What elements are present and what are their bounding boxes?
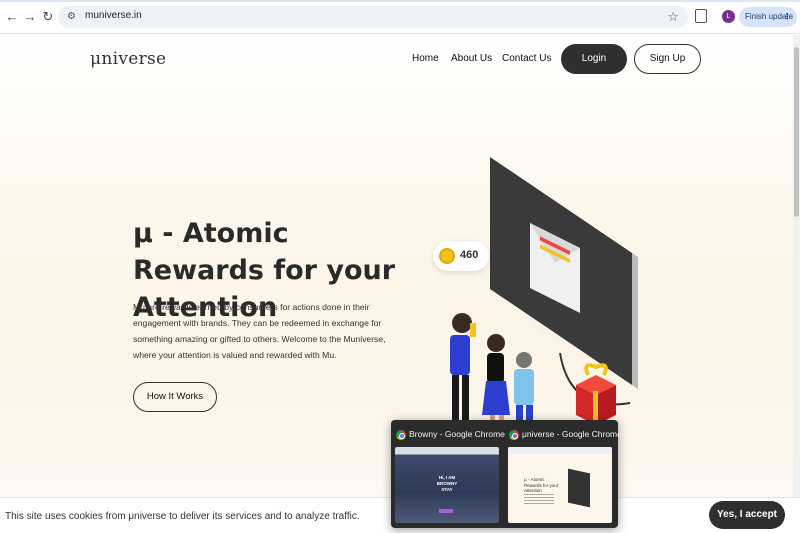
- scrollbar-thumb[interactable]: [794, 47, 799, 217]
- monitor-illustration: Redeem Mu: [490, 157, 638, 389]
- window-preview-browny[interactable]: Browny - Google Chrome Hi, I AM BROWNY S…: [391, 420, 505, 528]
- browser-toolbar: ← → ↻ ⚙ muniverse.in ☆ L Finish update ⋮: [0, 0, 800, 34]
- coin-balance-bubble: 460: [433, 241, 489, 271]
- coin-icon: [439, 248, 455, 264]
- person-illustration: [450, 313, 534, 427]
- bookmark-star-icon[interactable]: ☆: [667, 9, 679, 25]
- tab-strip: [0, 0, 800, 2]
- cookie-text: This site uses cookies from μniverse to …: [5, 511, 360, 522]
- hero-description: Mu are rewards earned by consumers for a…: [133, 302, 386, 360]
- profile-avatar[interactable]: L: [722, 10, 735, 23]
- site-info-icon[interactable]: ⚙: [67, 11, 78, 22]
- extensions-icon[interactable]: [695, 9, 707, 23]
- back-icon[interactable]: ←: [4, 9, 20, 25]
- thumbnail-text: μ - Atomic Rewards for your Attention: [524, 477, 559, 493]
- hero-illustration: Redeem Mu: [450, 157, 638, 427]
- window-title: μniverse - Google Chrome: [522, 429, 622, 439]
- coin-balance: 460: [460, 249, 479, 261]
- finish-update-button[interactable]: Finish update ⋮: [739, 7, 797, 27]
- taskbar-window-preview: Browny - Google Chrome Hi, I AM BROWNY S…: [391, 420, 622, 528]
- accept-cookies-button[interactable]: Yes, I accept: [709, 501, 785, 529]
- thumbnail-lines: [524, 494, 554, 504]
- nav-contact-us[interactable]: Contact Us: [502, 53, 551, 64]
- nav-home[interactable]: Home: [412, 53, 439, 64]
- window-title: Browny - Google Chrome: [409, 429, 505, 439]
- url-text[interactable]: muniverse.in: [85, 10, 142, 21]
- signup-button[interactable]: Sign Up: [634, 44, 701, 74]
- login-button[interactable]: Login: [561, 44, 627, 74]
- window-preview-muniverse[interactable]: μniverse - Google Chrome μ - Atomic Rewa…: [504, 420, 622, 528]
- thumbnail-illustration: [568, 468, 590, 508]
- gift-illustration: [576, 363, 616, 425]
- menu-dots-icon: ⋮: [783, 12, 791, 21]
- window-thumbnail: Hi, I AM BROWNY STAY: [395, 447, 499, 523]
- chrome-icon: [396, 430, 406, 440]
- thumbnail-text: Hi, I AM BROWNY STAY: [436, 475, 458, 492]
- forward-icon[interactable]: →: [22, 9, 38, 25]
- site-logo[interactable]: μniverse: [90, 49, 166, 69]
- address-bar[interactable]: ⚙ muniverse.in ☆: [58, 6, 688, 28]
- window-thumbnail: μ - Atomic Rewards for your Attention: [508, 447, 612, 523]
- how-it-works-button[interactable]: How It Works: [133, 382, 217, 412]
- chrome-icon: [509, 430, 519, 440]
- scrollbar[interactable]: [793, 35, 800, 533]
- thumbnail-toolbar: [508, 447, 612, 454]
- thumbnail-button: [439, 509, 453, 513]
- reload-icon[interactable]: ↻: [40, 9, 56, 25]
- nav-about-us[interactable]: About Us: [451, 53, 492, 64]
